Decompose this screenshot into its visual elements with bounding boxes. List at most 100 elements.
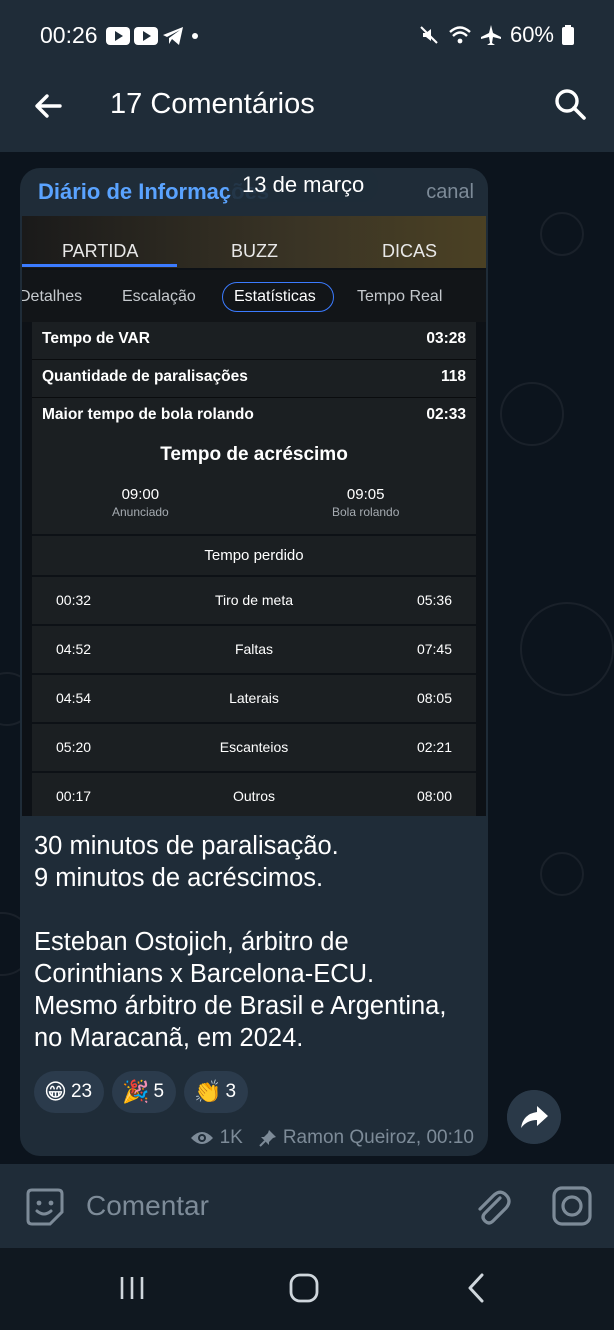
attached-screenshot[interactable]: PARTIDA BUZZ DICAS Detalhes Escalação Es… (22, 216, 486, 816)
message-caption: 30 minutos de paralisação. 9 minutos de … (34, 830, 484, 1054)
lost-time-label: Faltas (234, 641, 274, 657)
stoppage-time-section: Tempo de acréscimo 09:00 Anunciado 09:05… (32, 434, 476, 534)
screenshot-tab-partida: PARTIDA (62, 241, 139, 261)
telegram-icon (163, 27, 183, 45)
search-icon[interactable] (552, 86, 588, 122)
reaction-count: 23 (70, 1081, 93, 1102)
message-meta: 1K Ramon Queiroz, 00:10 (190, 1127, 474, 1149)
stat-row: Maior tempo de bola rolando 02:33 (32, 398, 476, 436)
battery-icon (562, 25, 574, 45)
stat-row: Tempo de VAR 03:28 (32, 322, 476, 360)
dot-icon (192, 33, 198, 39)
stat-value: 02:33 (426, 406, 466, 423)
lost-time-b: 02:21 (416, 739, 452, 755)
lost-time-b: 05:36 (416, 592, 452, 608)
screenshot-tab-buzz: BUZZ (231, 241, 278, 261)
eye-icon (190, 1132, 213, 1144)
caption-line: Corinthians x Barcelona-ECU. (34, 960, 375, 988)
rolling-label: Bola rolando (332, 505, 400, 519)
stat-label: Tempo de VAR (42, 330, 150, 347)
screenshot-subtabs: Detalhes Escalação Estatísticas Tempo Re… (22, 270, 486, 322)
lost-time-label: Tiro de meta (214, 592, 294, 608)
wifi-icon (449, 26, 471, 44)
announced-block: 09:00 Anunciado (112, 486, 169, 519)
stoppage-time-title: Tempo de acréscimo (160, 444, 348, 465)
stat-label: Quantidade de paralisações (42, 368, 248, 385)
reaction-party[interactable]: 🎉 5 (112, 1071, 177, 1113)
lost-time-row: 04:54 Laterais 08:05 (32, 675, 476, 722)
author-time: Ramon Queiroz, 00:10 (282, 1127, 474, 1148)
stat-label: Maior tempo de bola rolando (42, 406, 254, 423)
caption-line: Esteban Ostojich, árbitro de (34, 928, 349, 956)
caption-spacer (34, 894, 484, 926)
battery-percent: 60% (509, 22, 554, 47)
reaction-grin[interactable]: 😁 23 (34, 1071, 105, 1113)
clap-emoji-icon: 👏 (194, 1079, 222, 1104)
lost-time-title: Tempo perdido (32, 536, 476, 575)
screenshot-subtab-tempo-real: Tempo Real (357, 288, 443, 305)
app-header: 17 Comentários (0, 70, 614, 152)
home-icon[interactable] (288, 1272, 320, 1304)
channel-tag: canal (426, 181, 474, 203)
lost-time-b: 08:05 (416, 690, 452, 706)
screenshot-tabbar: PARTIDA BUZZ DICAS (22, 216, 486, 268)
recent-apps-icon[interactable] (118, 1274, 146, 1302)
comment-input-bar: Comentar (0, 1164, 614, 1248)
pin-icon (259, 1130, 276, 1147)
lost-time-label: Laterais (229, 690, 279, 706)
date-pill: 13 de março (228, 168, 379, 202)
view-count: 1K (219, 1127, 243, 1148)
stat-value: 118 (440, 368, 466, 385)
youtube-icon (134, 27, 158, 45)
lost-time-row: 05:20 Escanteios 02:21 (32, 724, 476, 771)
back-nav-icon[interactable] (462, 1272, 490, 1304)
reaction-count: 3 (225, 1081, 237, 1102)
screenshot-subtab-escalacao: Escalação (122, 288, 196, 305)
attach-icon[interactable] (472, 1186, 512, 1228)
stat-row: Quantidade de paralisações 118 (32, 360, 476, 398)
reaction-clap[interactable]: 👏 3 (184, 1071, 249, 1113)
share-icon[interactable] (507, 1090, 561, 1144)
page-title: 17 Comentários (110, 88, 315, 120)
reaction-count: 5 (153, 1081, 165, 1102)
notification-icons (106, 26, 202, 46)
mute-icon (420, 26, 438, 44)
background-doodle (540, 852, 584, 896)
stat-value: 03:28 (426, 330, 466, 347)
lost-time-row: 00:32 Tiro de meta 05:36 (32, 577, 476, 624)
back-arrow-icon[interactable] (30, 88, 66, 124)
rolling-value: 09:05 (346, 486, 385, 503)
comment-input[interactable]: Comentar (86, 1190, 209, 1222)
camera-icon[interactable] (550, 1184, 594, 1228)
caption-line: Mesmo árbitro de Brasil e Argentina, (34, 992, 447, 1020)
airplane-icon (480, 25, 501, 45)
lost-time-row: 00:17 Outros 08:00 (32, 773, 476, 816)
lost-time-label: Escanteios (219, 739, 289, 755)
grin-emoji-icon: 😁 (44, 1079, 67, 1104)
screenshot-tab-dicas: DICAS (382, 241, 438, 261)
system-navigation-bar (0, 1248, 614, 1330)
caption-line: 9 minutos de acréscimos. (34, 864, 324, 892)
screenshot-tab-indicator (22, 264, 177, 267)
announced-value: 09:00 (121, 486, 160, 503)
caption-line: 30 minutos de paralisação. (34, 832, 339, 860)
caption-line: no Maracanã, em 2024. (34, 1024, 304, 1052)
background-doodle (540, 212, 584, 256)
screenshot-subtab-estatisticas: Estatísticas (234, 288, 316, 305)
lost-time-b: 07:45 (416, 641, 452, 657)
rolling-block: 09:05 Bola rolando (332, 486, 399, 519)
background-doodle (500, 382, 564, 446)
announced-label: Anunciado (112, 505, 169, 519)
status-bar: 00:26 60% (0, 0, 614, 70)
party-emoji-icon: 🎉 (122, 1079, 150, 1104)
screenshot-subtab-detalhes: Detalhes (22, 288, 83, 305)
youtube-icon (106, 27, 130, 45)
reactions: 😁 23 🎉 5 👏 3 (34, 1071, 249, 1113)
lost-time-label: Outros (232, 788, 275, 804)
background-doodle (520, 602, 614, 696)
lost-time-b: 08:00 (416, 788, 452, 804)
system-icons: 60% (418, 22, 574, 48)
lost-time-row: 04:52 Faltas 07:45 (32, 626, 476, 673)
sticker-icon[interactable] (24, 1186, 66, 1228)
status-time: 00:26 (40, 22, 98, 48)
